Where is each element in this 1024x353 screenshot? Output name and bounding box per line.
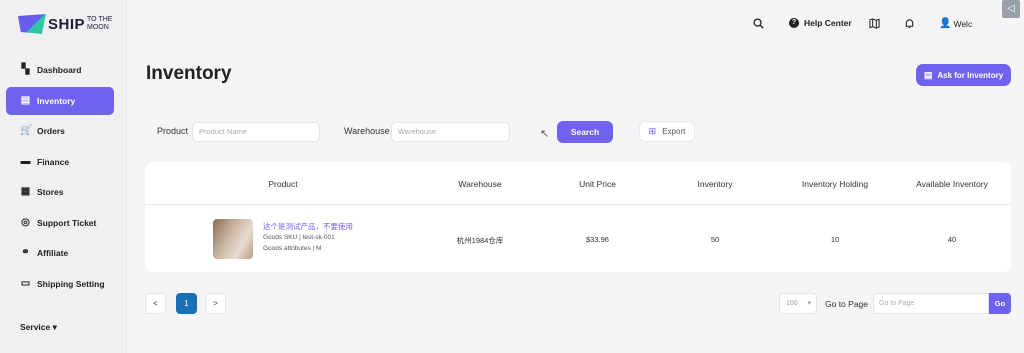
warehouse-filter-label: Warehouse: [344, 126, 390, 136]
product-name-input[interactable]: Product Name: [192, 122, 320, 142]
service-label: Service: [20, 322, 51, 332]
sidebar-item-label: Orders: [37, 126, 65, 136]
ask-for-inventory-button[interactable]: ▤ Ask for Inventory: [916, 64, 1011, 86]
go-button[interactable]: Go: [989, 293, 1011, 314]
sidebar-nav: ▚ Dashboard ▤ Inventory 🛒 Orders ▬ Finan…: [6, 56, 114, 300]
table-header: Product Warehouse Unit Price Inventory I…: [145, 162, 1011, 205]
search-button[interactable]: Search: [557, 121, 613, 143]
column-header-available-inventory: Available Inventory: [916, 179, 988, 189]
sidebar-item-label: Dashboard: [37, 65, 82, 75]
product-filter-label: Product: [157, 126, 189, 136]
go-to-page-label: Go to Page: [825, 299, 869, 309]
sidebar-item-affiliate[interactable]: ⚭ Affiliate: [6, 239, 114, 267]
page-size-select[interactable]: 100 ▾: [779, 293, 817, 314]
column-header-inventory: Inventory: [697, 179, 733, 189]
column-header-product: Product: [268, 179, 298, 189]
user-menu[interactable]: 👤 Welc: [939, 18, 972, 29]
store-icon: ▦: [20, 186, 31, 197]
map-icon[interactable]: [869, 18, 880, 29]
search-icon[interactable]: [753, 18, 764, 29]
filter-bar: Product Product Name Warehouse Warehouse…: [145, 116, 1011, 148]
logo-sub-top: TO THE: [87, 16, 113, 23]
ask-for-inventory-label: Ask for Inventory: [937, 70, 1004, 80]
next-page-button[interactable]: >: [205, 293, 226, 314]
sidebar-item-label: Stores: [37, 187, 64, 197]
export-button[interactable]: ⊞ Export: [639, 121, 695, 142]
page-jump: 100 ▾ Go to Page Go to Page Go: [779, 293, 1011, 314]
export-label: Export: [662, 127, 686, 136]
column-header-unit-price: Unit Price: [579, 179, 616, 189]
sidebar-item-dashboard[interactable]: ▚ Dashboard: [6, 56, 114, 84]
table-row[interactable]: 这个是测试产品，不要使用 Goods SKU | test-sk-001 Goo…: [145, 205, 1011, 272]
sidebar-item-label: Shipping Setting: [37, 278, 105, 289]
mouse-cursor-icon: ↖: [540, 128, 550, 140]
product-sku: Goods SKU | test-sk-001: [263, 234, 335, 241]
warehouse-input[interactable]: Warehouse: [391, 122, 510, 142]
help-center-label: Help Center: [804, 18, 852, 28]
dashboard-icon: ▚: [21, 64, 30, 75]
prev-page-button[interactable]: <: [145, 293, 166, 314]
network-icon: ⚭: [21, 247, 30, 258]
send-icon[interactable]: ◁: [1002, 0, 1020, 18]
user-icon: 👤: [939, 18, 952, 29]
truck-icon: ▭: [20, 277, 31, 289]
sidebar: SHIP TO THE MOON ▚ Dashboard ▤ Inventory…: [0, 0, 127, 353]
sidebar-item-label: Inventory: [37, 95, 76, 106]
product-thumbnail: [213, 219, 253, 259]
sidebar-item-support-ticket[interactable]: ◎ Support Ticket: [6, 209, 114, 237]
cell-warehouse: 杭州1984仓库: [456, 236, 504, 245]
cell-available-inventory: 40: [947, 235, 957, 244]
bell-icon[interactable]: [904, 18, 915, 29]
chevron-down-icon: ▾: [807, 300, 811, 307]
card-icon: ▬: [20, 155, 31, 167]
sidebar-item-label: Support Ticket: [37, 217, 97, 228]
topbar: ? Help Center 👤 Welc: [127, 0, 1024, 50]
logo[interactable]: SHIP TO THE MOON: [18, 14, 112, 34]
logo-sub-bottom: MOON: [87, 24, 109, 31]
sidebar-item-finance[interactable]: ▬ Finance: [6, 148, 114, 176]
product-attributes: Goods attributes | M: [263, 245, 322, 252]
cell-inventory-holding: 10: [830, 235, 840, 244]
box-icon: ▤: [923, 69, 933, 80]
help-center-link[interactable]: ? Help Center: [789, 18, 852, 28]
column-header-inventory-holding: Inventory Holding: [801, 179, 869, 189]
product-name-link[interactable]: 这个是测试产品，不要使用: [263, 221, 353, 232]
page-title: Inventory: [146, 63, 232, 84]
sidebar-item-inventory[interactable]: ▤ Inventory: [6, 86, 114, 115]
cell-unit-price: $33.96: [586, 235, 609, 244]
cart-icon: 🛒: [20, 125, 33, 136]
sidebar-item-label: Finance: [37, 156, 70, 167]
sidebar-item-shipping-setting[interactable]: ▭ Shipping Setting: [6, 270, 114, 298]
logo-mark-icon: [18, 14, 46, 34]
sidebar-item-stores[interactable]: ▦ Stores: [6, 178, 114, 206]
page-size-value: 100: [786, 300, 798, 307]
inventory-table: Product Warehouse Unit Price Inventory I…: [145, 162, 1011, 272]
logo-text: SHIP: [48, 15, 86, 33]
service-menu[interactable]: Service ▾: [20, 322, 57, 333]
help-icon: ?: [789, 18, 799, 28]
cell-inventory: 50: [710, 235, 720, 244]
sidebar-item-orders[interactable]: 🛒 Orders: [6, 117, 114, 145]
column-header-warehouse: Warehouse: [458, 179, 502, 189]
go-to-page-input[interactable]: Go to Page: [873, 293, 989, 314]
headset-icon: ◎: [21, 216, 30, 228]
page-1-button[interactable]: 1: [176, 293, 197, 314]
caret-down-icon: ▾: [52, 322, 57, 332]
inventory-box-icon: ▤: [20, 94, 31, 106]
sidebar-item-label: Affiliate: [37, 248, 69, 258]
export-icon: ⊞: [648, 126, 657, 136]
welcome-text: Welc: [953, 18, 973, 29]
